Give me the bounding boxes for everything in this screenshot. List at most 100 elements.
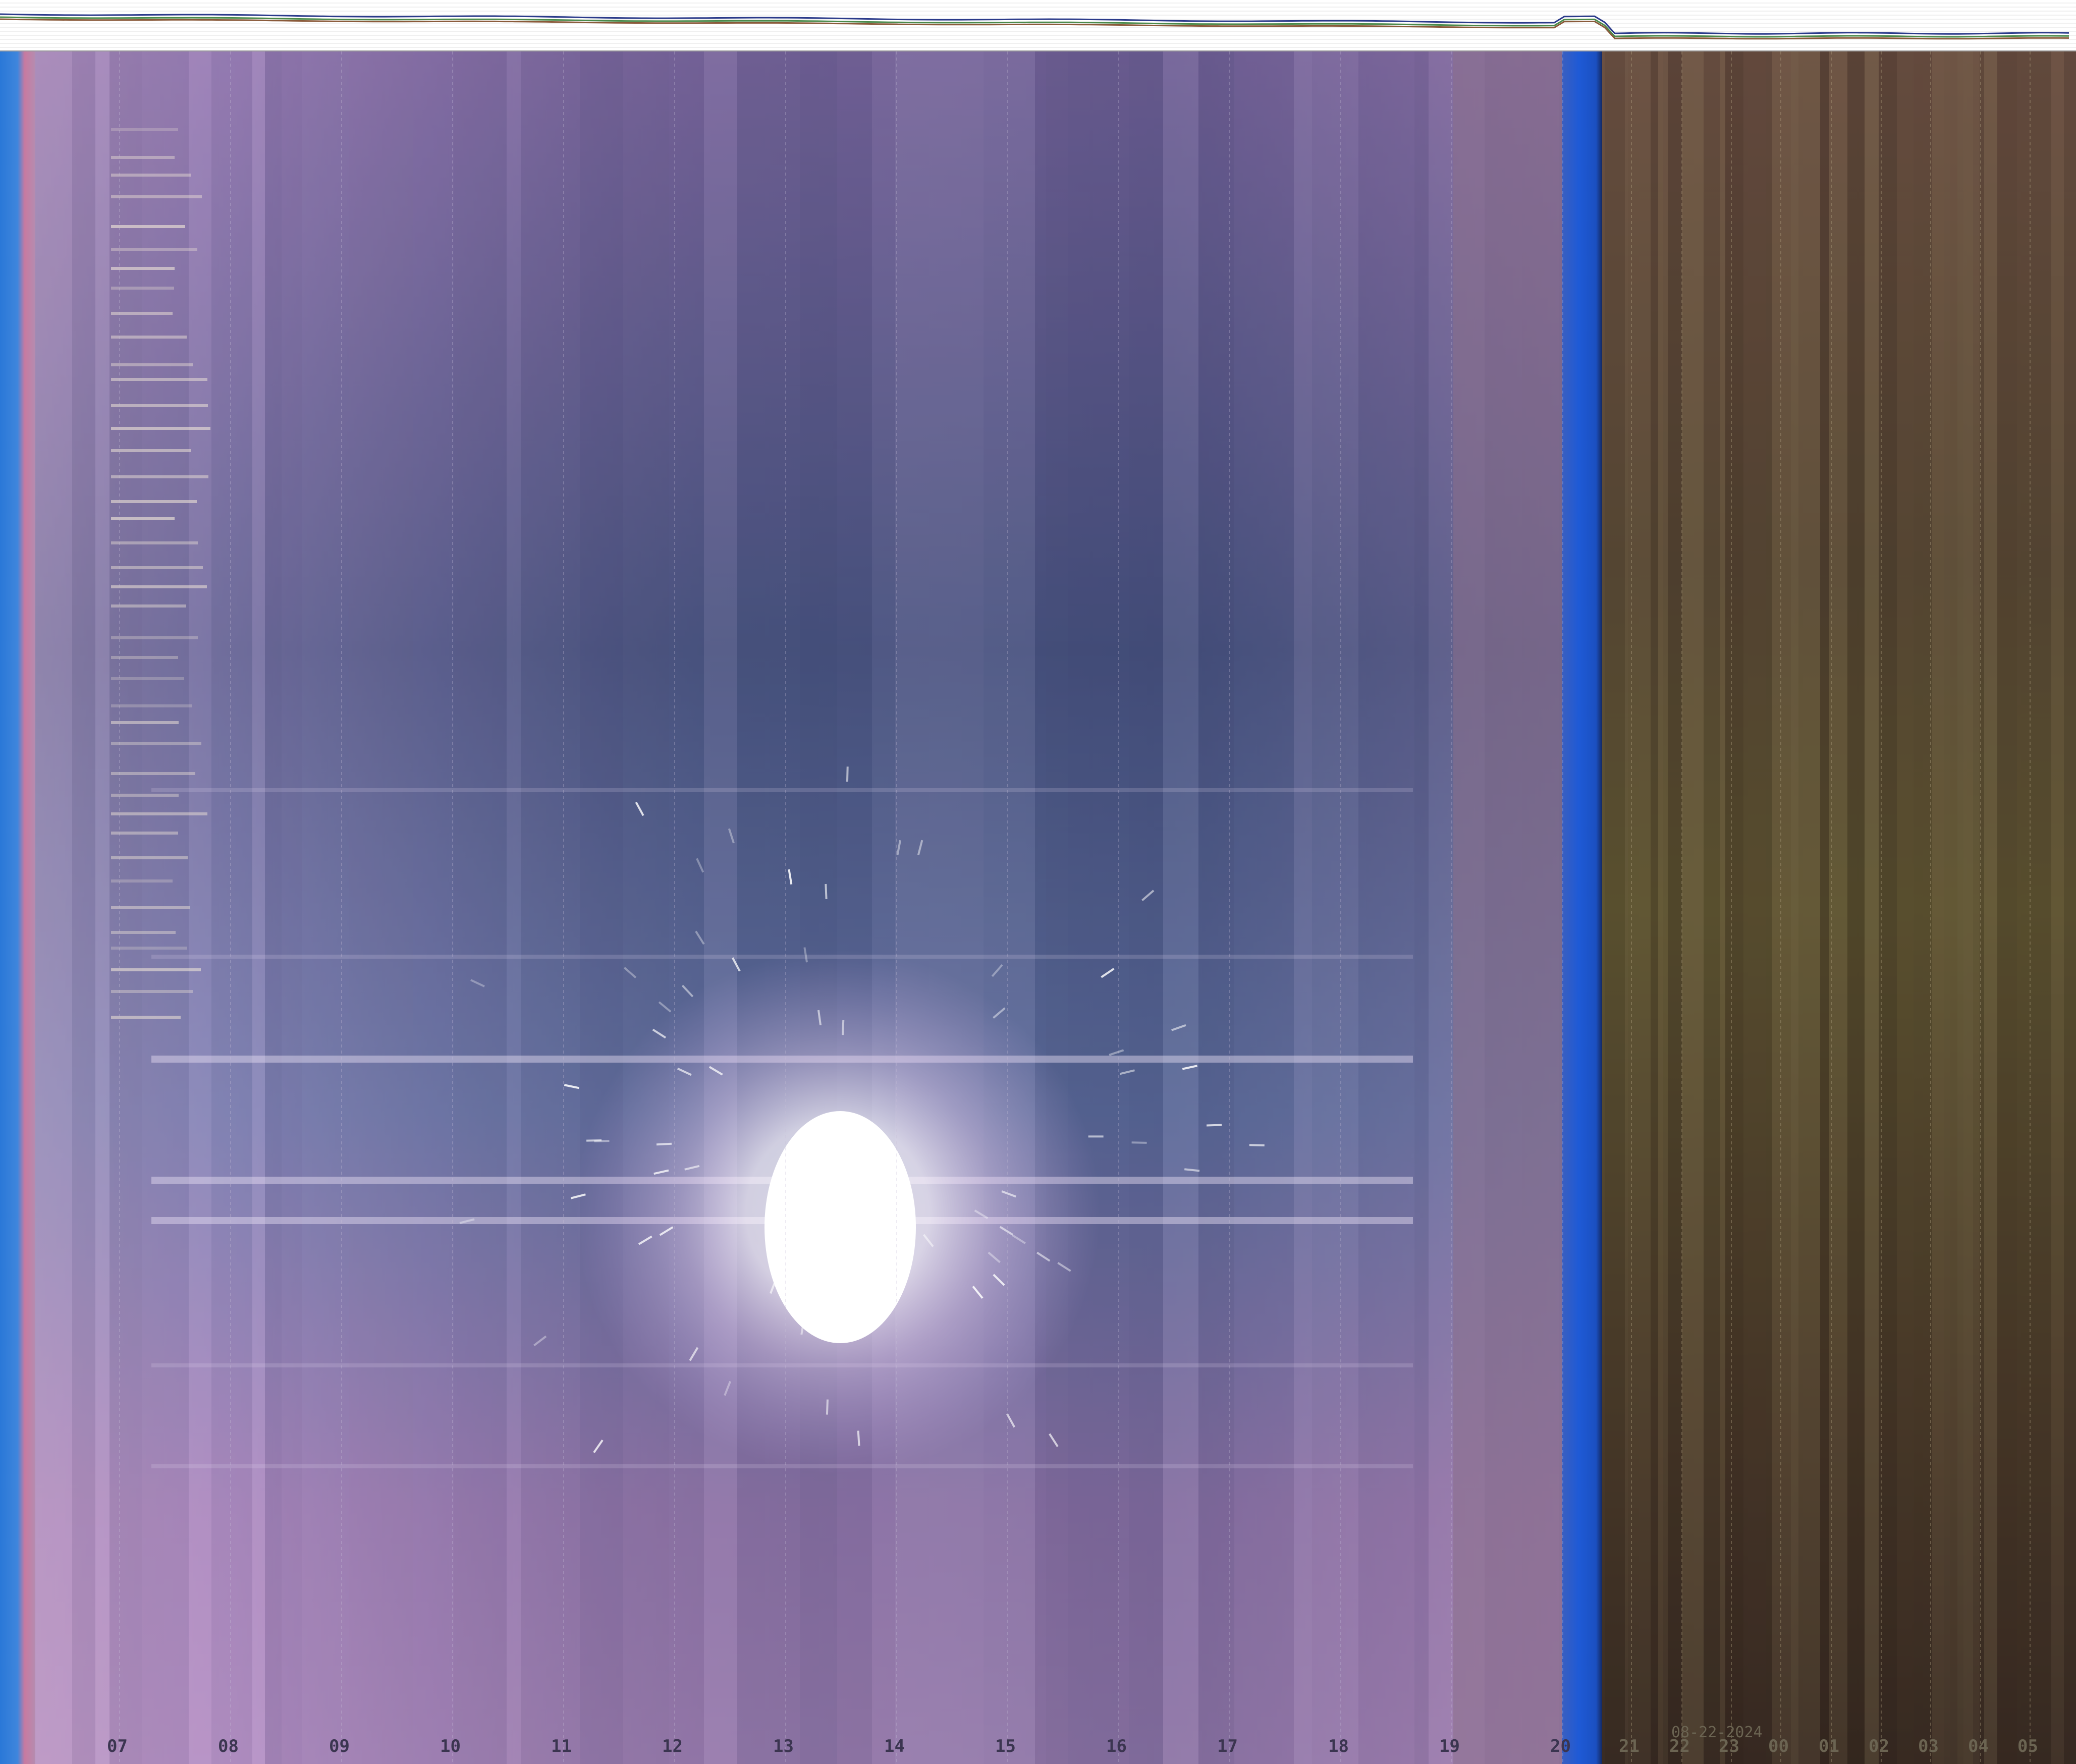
streak-dash [111,267,175,270]
streak-dash [111,656,178,659]
night-band-stripe [1897,51,1914,1764]
hour-label: 11 [551,1736,572,1756]
day-band-stripe [1163,51,1198,1764]
night-band-stripe [1682,51,1704,1764]
streak-dash [111,968,201,971]
night-band-stripe [1625,51,1628,1764]
night-band-stripe [1668,51,1682,1764]
streak-dash [111,225,185,228]
night-band-stripe [1725,51,1743,1764]
night-band-stripe [1820,51,1829,1764]
night-band-stripe [1605,51,1625,1764]
streak-dash [111,772,195,775]
night-band-stripe [1743,51,1766,1764]
hour-label: 02 [1869,1736,1889,1756]
left-edge-stripe [0,51,35,1764]
streak-dash [111,947,187,950]
day-band-stripe [252,51,265,1764]
streak-dash [111,879,173,883]
day-band-stripe [507,51,521,1764]
night-banding [1605,51,2076,1764]
hour-label: 18 [1328,1736,1349,1756]
sun-glare-core [764,1111,916,1343]
hour-label: 04 [1968,1736,1989,1756]
streak-dash [111,1016,181,1019]
night-band-stripe [2030,51,2051,1764]
horizontal-streak [151,788,1413,792]
night-band-stripe [1720,51,1725,1764]
hour-label: 07 [107,1736,128,1756]
streak-dash [111,677,184,680]
streak-dash [111,336,187,339]
day-band-stripe [1129,51,1163,1764]
streak-dash [111,128,178,131]
day-band-stripe [920,51,984,1764]
day-band-stripe [984,51,1035,1764]
day-band-stripe [95,51,110,1764]
night-band-stripe [1914,51,1932,1764]
hour-label: 01 [1819,1736,1839,1756]
night-band-stripe [1658,51,1663,1764]
hour-label: 17 [1217,1736,1238,1756]
day-band-stripe [211,51,252,1764]
night-band-stripe [2051,51,2064,1764]
day-band-stripe [189,51,211,1764]
streak-dash [111,378,207,381]
glare-sparkle [586,1139,602,1142]
day-band-stripe [1358,51,1414,1764]
streak-dash [111,990,193,993]
day-band-stripe [800,51,837,1764]
streak-dash [111,404,208,407]
night-band-stripe [1847,51,1865,1764]
day-band-stripe [454,51,507,1764]
keogram-view: 07 08 09 10 11 12 13 14 15 16 17 18 19 20 21 22 23 00 01 02… [0,0,2076,1764]
day-band-stripe [872,51,895,1764]
day-band-stripe [282,51,302,1764]
streak-dash [111,742,201,745]
day-band-stripe [1294,51,1312,1764]
streak-dash [111,906,190,909]
streak-dash [111,287,174,290]
hour-label: 08 [218,1736,239,1756]
streak-dash [111,312,173,315]
streak-dash [111,931,176,934]
night-band-stripe [2064,51,2076,1764]
day-band-stripe [1198,51,1234,1764]
streak-dash [111,475,208,478]
streak-dash [111,604,186,608]
streak-dash [111,721,179,724]
streak-dash [111,832,178,835]
night-band-stripe [1944,51,1950,1764]
day-band-stripe [1119,51,1129,1764]
night-band-stripe [1932,51,1944,1764]
night-band-stripe [1663,51,1668,1764]
streak-dash [111,449,191,452]
hour-label: 21 [1619,1736,1640,1756]
night-band-stripe [1997,51,2017,1764]
streak-dash [111,704,192,707]
glare-sparkle [846,766,849,782]
hour-label: 12 [662,1736,683,1756]
date-stamp: 08-22-2024 [1671,1724,1763,1741]
night-band-stripe [1772,51,1791,1764]
hour-label: 05 [2017,1736,2038,1756]
day-band-stripe [704,51,737,1764]
hour-label: 20 [1550,1736,1571,1756]
day-band-stripe [349,51,413,1764]
day-band-stripe [623,51,669,1764]
streak-dash [111,174,191,177]
streak-dash [111,427,210,430]
glare-sparkle [1131,1141,1147,1144]
streak-dash [111,541,198,544]
night-band-stripe [1957,51,1963,1764]
night-band-stripe [1984,51,1997,1764]
day-band-stripe [1414,51,1429,1764]
hour-label: 19 [1439,1736,1460,1756]
night-band-stripe [1829,51,1847,1764]
hour-label: 10 [440,1736,461,1756]
night-band-stripe [1950,51,1957,1764]
streak-dash [111,636,198,639]
night-band-stripe [1798,51,1820,1764]
streak-dash [111,856,188,859]
streak-dash [111,156,175,159]
